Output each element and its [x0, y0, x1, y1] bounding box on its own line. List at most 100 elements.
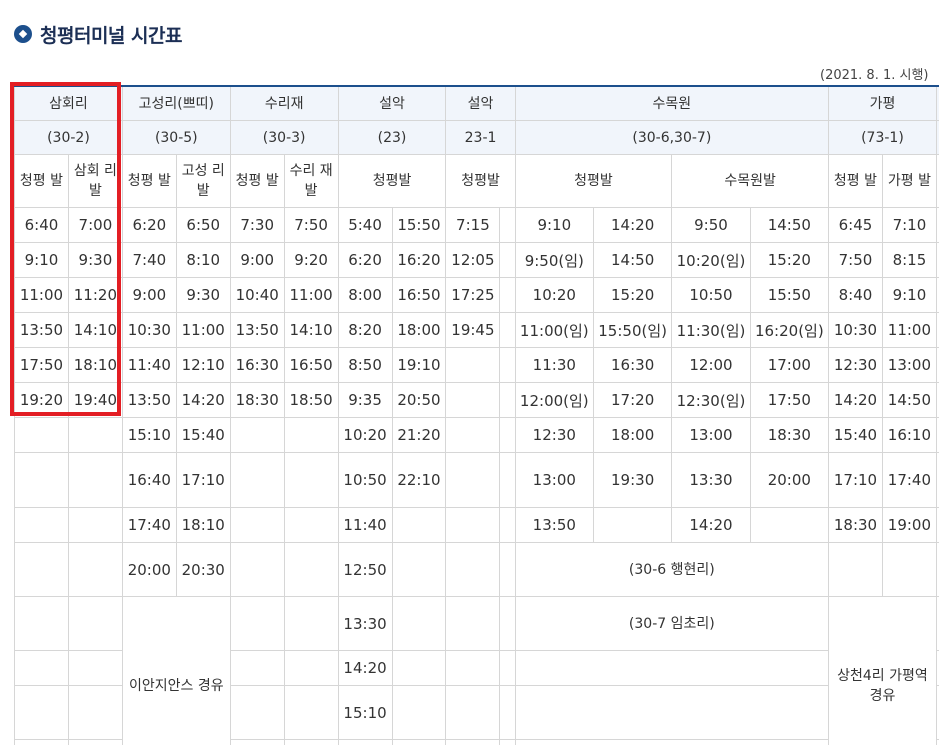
time-cell: 10:20: [338, 418, 392, 453]
time-cell: 7:40: [122, 243, 176, 278]
time-cell: 10:30: [122, 313, 176, 348]
time-cell: 16:30: [230, 348, 284, 383]
time-cell: 7:10: [882, 208, 936, 243]
time-cell: 9:35: [338, 383, 392, 418]
time-cell: 9:00: [122, 278, 176, 313]
time-cell: [15, 418, 69, 453]
time-cell: 12:30: [829, 348, 883, 383]
time-cell: [500, 313, 515, 348]
time-cell: [446, 453, 500, 508]
route-30-7-note: (30-7 임초리): [515, 597, 828, 651]
time-cell: 12:00(임): [515, 383, 593, 418]
route-30-6-note: (30-6 행현리): [515, 543, 828, 597]
route-code-row: (30-2) (30-5) (30-3) (23) 23-1 (30-6,30-…: [15, 121, 939, 155]
time-cell: [500, 243, 515, 278]
direction-header: 청평발: [338, 155, 446, 208]
time-cell: [15, 508, 69, 543]
time-cell: 10:50: [338, 453, 392, 508]
empty-cell: [515, 651, 828, 686]
empty-cell: [446, 651, 500, 686]
time-cell: 17:20: [593, 383, 671, 418]
time-cell: 16:20(임): [750, 313, 828, 348]
empty-cell: [68, 651, 122, 686]
route-header-goseongri: 고성리(쁘띠): [122, 86, 230, 121]
empty-cell: [284, 597, 338, 651]
time-cell: 15:20: [593, 278, 671, 313]
table-row: 17:50 18:10 11:40 12:10 16:30 16:50 8:50…: [15, 348, 939, 383]
time-cell: [68, 453, 122, 508]
route-code-seorak-23-1: 23-1: [446, 121, 515, 155]
time-cell: 8:15: [882, 243, 936, 278]
table-row: 19:20 19:40 13:50 14:20 18:30 18:50 9:35…: [15, 383, 939, 418]
empty-cell: [15, 686, 69, 740]
time-cell: 15:10: [122, 418, 176, 453]
time-cell: 17:25: [446, 278, 500, 313]
time-cell: [500, 453, 515, 508]
time-cell: [284, 508, 338, 543]
time-cell: 13:50: [122, 383, 176, 418]
empty-cell: [446, 686, 500, 740]
time-cell: 13:50: [515, 508, 593, 543]
time-cell: 11:00: [284, 278, 338, 313]
goseong-via-note: 이안지안스 경유: [122, 597, 230, 745]
route-header-seorak-23-1: 설악: [446, 86, 515, 121]
time-cell: 18:30: [750, 418, 828, 453]
time-cell: 6:50: [176, 208, 230, 243]
empty-cell: [392, 686, 446, 740]
route-code-surijae: (30-3): [230, 121, 338, 155]
empty-cell: [515, 686, 828, 740]
time-cell: [15, 453, 69, 508]
time-cell: 16:30: [593, 348, 671, 383]
empty-cell: [68, 543, 122, 597]
time-cell: [446, 348, 500, 383]
direction-header: 수목원발: [672, 155, 829, 208]
time-cell: 15:20: [750, 243, 828, 278]
time-cell: [446, 418, 500, 453]
time-cell: 13:50: [230, 313, 284, 348]
time-cell: 22:10: [392, 453, 446, 508]
direction-header: 청평발: [515, 155, 672, 208]
time-cell: 20:00: [122, 543, 176, 597]
time-cell: [500, 418, 515, 453]
time-cell: 9:10: [882, 278, 936, 313]
time-cell: 11:20: [68, 278, 122, 313]
time-cell: 16:20: [392, 243, 446, 278]
direction-header: 청평 발: [122, 155, 176, 208]
time-cell: 6:20: [122, 208, 176, 243]
time-cell: 7:15: [446, 208, 500, 243]
time-cell: 8:00: [338, 278, 392, 313]
time-cell: 17:10: [829, 453, 883, 508]
time-cell: 9:30: [176, 278, 230, 313]
direction-header: 가평 발: [882, 155, 936, 208]
empty-cell: [446, 543, 500, 597]
circle-diamond-icon: [14, 25, 32, 43]
time-cell: 15:50(임): [593, 313, 671, 348]
time-cell: 14:50: [593, 243, 671, 278]
time-cell: [230, 508, 284, 543]
empty-cell: [446, 740, 500, 745]
time-cell: 12:50: [338, 543, 392, 597]
empty-cell: [338, 740, 392, 745]
time-cell: 15:40: [176, 418, 230, 453]
time-cell: 18:10: [68, 348, 122, 383]
direction-row: 청평 발 삼회 리발 청평 발 고성 리발 청평 발 수리 재발 청평발 청평발…: [15, 155, 939, 208]
time-cell: 11:30: [515, 348, 593, 383]
time-cell: [500, 383, 515, 418]
time-cell: [392, 508, 446, 543]
time-cell: 18:10: [176, 508, 230, 543]
time-cell: 19:45: [446, 313, 500, 348]
route-name-row: 삼회리 고성리(쁘띠) 수리재 설악 설악 수목원 가평: [15, 86, 939, 121]
empty-cell: [284, 543, 338, 597]
empty-cell: [284, 740, 338, 745]
page-header: 청평터미널 시간표: [14, 20, 182, 48]
page-title: 청평터미널 시간표: [40, 21, 182, 48]
time-cell: 9:20: [284, 243, 338, 278]
time-cell: [500, 508, 515, 543]
time-cell: 14:20: [829, 383, 883, 418]
time-cell: 14:50: [750, 208, 828, 243]
empty-cell: [230, 686, 284, 740]
direction-header: 청평 발: [230, 155, 284, 208]
table-row: 9:10 9:30 7:40 8:10 9:00 9:20 6:20 16:20…: [15, 243, 939, 278]
direction-header: 청평 발: [15, 155, 69, 208]
time-cell: 18:30: [829, 508, 883, 543]
